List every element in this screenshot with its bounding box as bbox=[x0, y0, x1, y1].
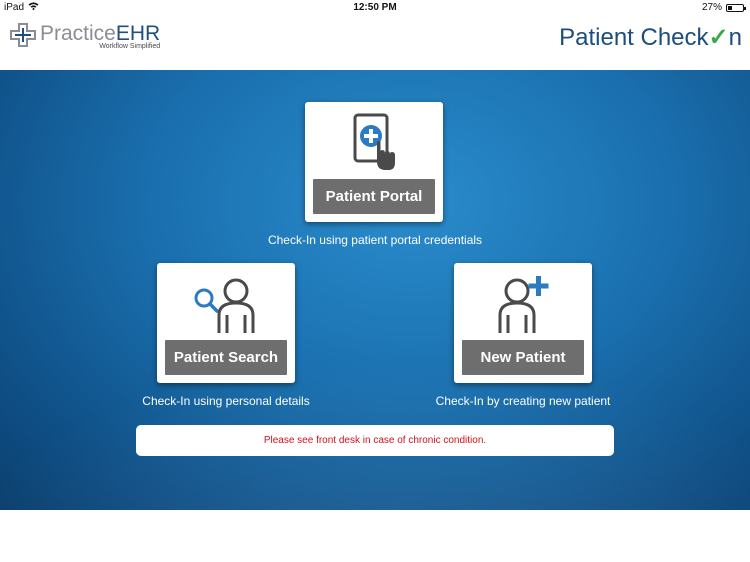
logo-word-practice: Practice bbox=[40, 22, 116, 45]
patient-portal-button[interactable]: Patient Portal bbox=[313, 179, 435, 214]
logo-text: PracticeEHR Workflow Simplified bbox=[40, 23, 160, 51]
status-right: 27% bbox=[701, 2, 746, 13]
patient-portal-card[interactable]: Patient Portal bbox=[305, 102, 443, 222]
logo-wordmark: PracticeEHR bbox=[40, 23, 160, 45]
battery-fill bbox=[728, 5, 732, 10]
patient-portal-caption: Check-In using patient portal credential… bbox=[267, 233, 483, 247]
logo-word-ehr: EHR bbox=[115, 22, 161, 45]
new-patient-caption: Check-In by creating new patient bbox=[435, 394, 611, 408]
battery-icon bbox=[726, 3, 746, 12]
logo-cross-icon bbox=[10, 23, 36, 52]
brand-text: Patient Check bbox=[559, 24, 709, 51]
tablet-plus-icon bbox=[305, 112, 443, 174]
person-add-icon bbox=[454, 273, 592, 335]
status-bar: iPad 12:50 PM 27% bbox=[0, 0, 750, 16]
new-patient-card[interactable]: New Patient bbox=[454, 263, 592, 383]
patient-search-card[interactable]: Patient Search bbox=[157, 263, 295, 383]
app-header: PracticeEHR Workflow Simplified Patient … bbox=[0, 16, 750, 70]
patient-search-button[interactable]: Patient Search bbox=[165, 340, 287, 375]
patient-search-caption: Check-In using personal details bbox=[142, 394, 310, 408]
clock: 12:50 PM bbox=[353, 2, 397, 13]
main-panel: Patient Portal Check-In using patient po… bbox=[0, 70, 750, 510]
brand-text-end: n bbox=[728, 24, 742, 51]
patient-checkin-brand: Patient Check✓n bbox=[559, 23, 742, 52]
person-search-icon bbox=[157, 273, 295, 335]
practiceehr-logo: PracticeEHR Workflow Simplified bbox=[10, 23, 160, 52]
new-patient-button[interactable]: New Patient bbox=[462, 340, 584, 375]
brand-check-mark: ✓ bbox=[708, 24, 729, 51]
chronic-condition-notice: Please see front desk in case of chronic… bbox=[136, 425, 614, 456]
battery-percent: 27% bbox=[701, 2, 722, 13]
